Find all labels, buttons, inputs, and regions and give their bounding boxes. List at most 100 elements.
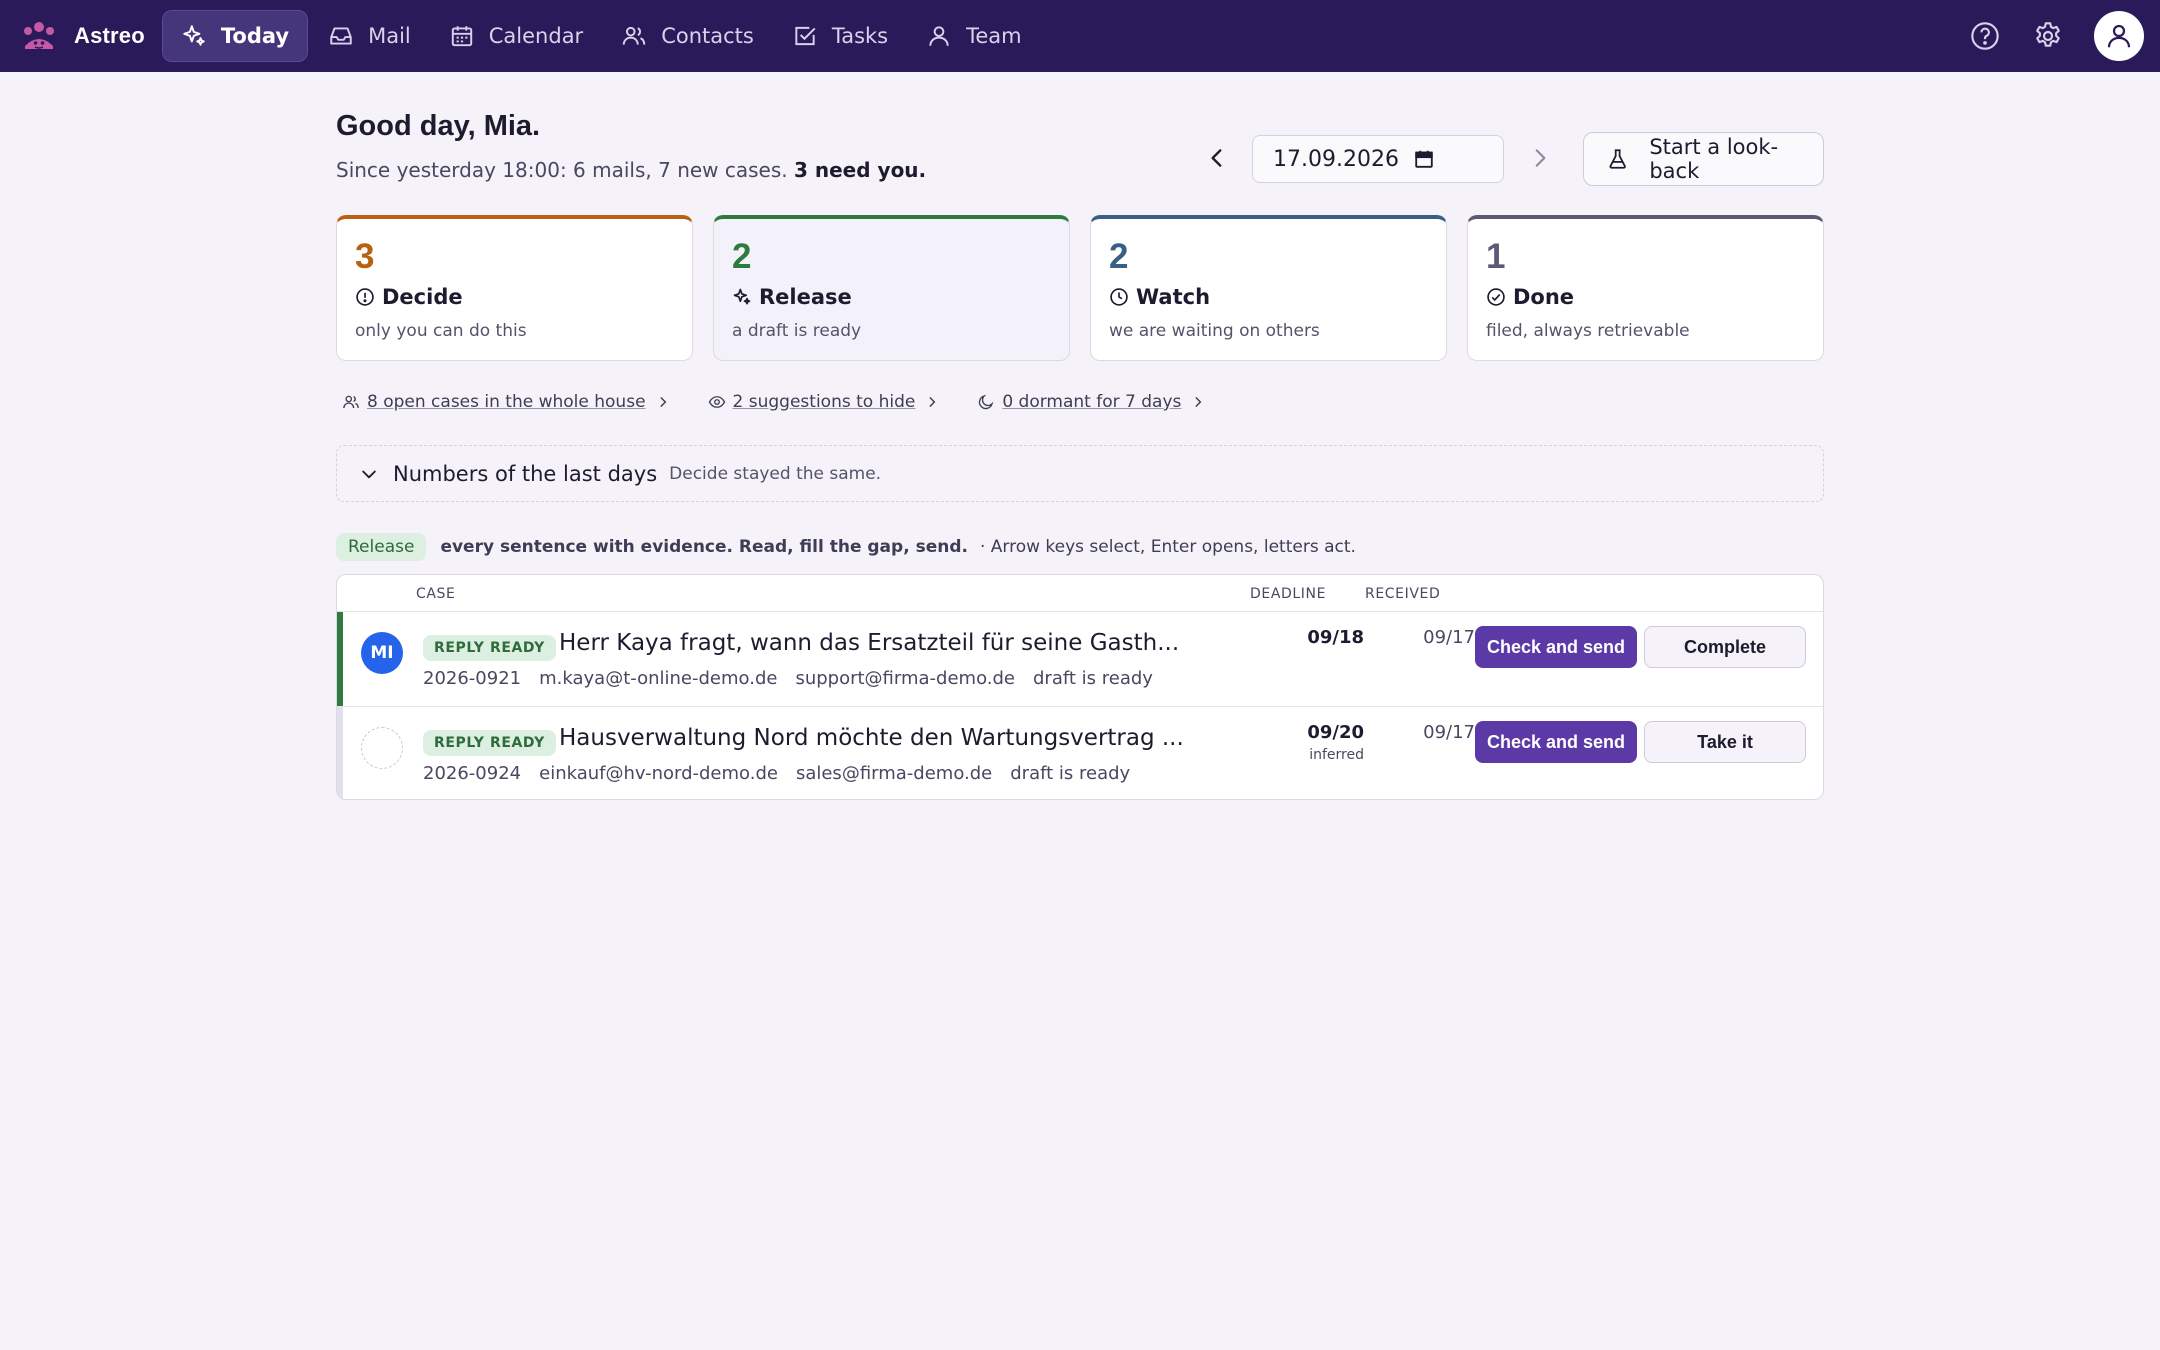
nav-label-calendar: Calendar (488, 24, 584, 48)
card-description: a draft is ready (732, 321, 862, 341)
help-icon (1971, 22, 1999, 50)
case-received: 09/17 (1423, 627, 1475, 648)
column-header-received[interactable]: RECEIVED (1365, 586, 1440, 602)
card-description: we are waiting on others (1109, 321, 1320, 341)
moon-icon (979, 394, 994, 410)
nav-item-mail[interactable]: Mail (310, 10, 429, 62)
alert-circle-icon (356, 288, 374, 306)
case-title[interactable]: Herr Kaya fragt, wann das Ersatzteil für… (559, 630, 1179, 656)
start-lookback-label: Start a look-back (1649, 135, 1779, 183)
numbers-panel-summary: Decide stayed the same. (669, 463, 882, 484)
case-deadline: 09/20 (1307, 722, 1364, 743)
quick-links: 8 open cases in the whole house 2 sugges… (342, 392, 1243, 412)
help-button[interactable] (1968, 19, 2002, 53)
nav-item-team[interactable]: Team (908, 10, 1040, 62)
checkbox-icon (795, 26, 816, 46)
card-watch[interactable]: 2 Watch we are waiting on others (1090, 215, 1447, 361)
card-label: Release (732, 285, 1069, 309)
complete-button[interactable]: Complete (1644, 626, 1806, 668)
table-row[interactable]: MI REPLY READY Herr Kaya fragt, wann das… (337, 612, 1823, 706)
nav-item-contacts[interactable]: Contacts (603, 10, 772, 62)
case-to: support@firma-demo.de (795, 668, 1015, 689)
case-to: sales@firma-demo.de (795, 763, 993, 784)
next-day-button[interactable] (1527, 145, 1553, 171)
case-meta: 2026-0921 m.kaya@t-online-demo.de suppor… (423, 668, 1171, 689)
keyboard-hint: · Arrow keys select, Enter opens, letter… (979, 537, 1356, 557)
suggestions-label: 2 suggestions to hide (732, 392, 916, 412)
card-count: 3 (355, 237, 375, 276)
nav-label-team: Team (966, 24, 1022, 48)
row-indicator (337, 707, 343, 799)
case-table: CASE DEADLINE RECEIVED MI REPLY READY He… (336, 574, 1824, 800)
card-description: only you can do this (355, 321, 527, 341)
case-state: draft is ready (1033, 668, 1153, 689)
greeting-summary-text: Since yesterday 18:00: 6 mails, 7 new ca… (336, 158, 788, 182)
case-from: m.kaya@t-online-demo.de (539, 668, 778, 689)
date-input[interactable]: 17.09.2026 (1252, 135, 1504, 183)
calendar-icon (451, 26, 472, 47)
card-label: Done (1486, 285, 1823, 309)
table-row[interactable]: REPLY READY Hausverwaltung Nord möchte d… (337, 707, 1823, 799)
chevron-right-icon (1195, 397, 1202, 407)
check-and-send-button[interactable]: Check and send (1475, 626, 1637, 668)
case-deadline: 09/18 (1307, 627, 1364, 648)
brand-name: Astreo (74, 23, 145, 48)
card-decide[interactable]: 3 Decide only you can do this (336, 215, 693, 361)
case-id: 2026-0921 (423, 668, 522, 689)
take-it-button[interactable]: Take it (1644, 721, 1806, 763)
card-count: 2 (1109, 237, 1129, 276)
card-release[interactable]: 2 Release a draft is ready (713, 215, 1070, 361)
status-badge: REPLY READY (423, 730, 556, 756)
numbers-panel-toggle[interactable]: Numbers of the last days Decide stayed t… (336, 445, 1824, 502)
card-label-text: Decide (382, 285, 463, 309)
nav-label-today: Today (220, 24, 290, 48)
user-avatar-button[interactable] (2094, 11, 2144, 61)
clock-icon (1110, 288, 1128, 306)
nav-item-tasks[interactable]: Tasks (774, 10, 906, 62)
sparkle-icon (733, 288, 751, 305)
suggestions-link[interactable]: 2 suggestions to hide (708, 392, 940, 412)
chevron-right-icon (929, 397, 936, 407)
open-cases-link[interactable]: 8 open cases in the whole house (342, 392, 670, 412)
dormant-link[interactable]: 0 dormant for 7 days (977, 392, 1205, 412)
page-title: Good day, Mia. (336, 110, 541, 142)
nav-item-today[interactable]: Today (161, 10, 309, 62)
case-state: draft is ready (1010, 763, 1131, 784)
sparkle-icon (183, 25, 205, 46)
nav-item-calendar[interactable]: Calendar (431, 10, 601, 62)
nav-label-tasks: Tasks (831, 24, 889, 48)
start-lookback-button[interactable]: Start a look-back (1583, 132, 1824, 186)
previous-day-button[interactable] (1204, 145, 1230, 171)
case-title[interactable]: Hausverwaltung Nord möchte den Wartungsv… (559, 725, 1184, 751)
column-header-case[interactable]: CASE (416, 586, 456, 602)
card-count: 1 (1486, 237, 1506, 276)
card-label: Watch (1109, 285, 1446, 309)
settings-button[interactable] (2031, 19, 2065, 53)
status-badge: REPLY READY (423, 635, 556, 661)
chevron-right-icon (660, 397, 666, 407)
numbers-panel-title: Numbers of the last days (393, 461, 658, 486)
case-received: 09/17 (1423, 722, 1475, 743)
case-meta: 2026-0924 einkauf@hv-nord-demo.de sales@… (423, 763, 1148, 784)
avatar-placeholder (361, 727, 403, 769)
case-from: einkauf@hv-nord-demo.de (539, 763, 778, 784)
calendar-picker-icon[interactable] (1413, 148, 1435, 170)
column-header-deadline[interactable]: DEADLINE (1250, 586, 1326, 602)
release-hint: Release every sentence with evidence. Re… (336, 533, 1356, 561)
card-done[interactable]: 1 Done filed, always retrievable (1467, 215, 1824, 361)
top-actions (1968, 0, 2144, 72)
main-nav: Today Mail Calendar Contacts Tasks Team (161, 10, 1042, 62)
row-selected-indicator (337, 612, 343, 706)
release-pill: Release (336, 533, 427, 561)
flask-icon (1609, 149, 1626, 169)
nav-label-contacts: Contacts (661, 24, 754, 48)
card-description: filed, always retrievable (1486, 321, 1690, 341)
greeting-summary: Since yesterday 18:00: 6 mails, 7 new ca… (336, 158, 926, 182)
release-hint-text: every sentence with evidence. Read, fill… (440, 537, 968, 557)
brand[interactable]: Astreo (19, 0, 145, 72)
case-id: 2026-0924 (423, 763, 522, 784)
greeting-emphasis: 3 need you. (794, 158, 927, 182)
card-label-text: Watch (1136, 285, 1211, 309)
check-and-send-button[interactable]: Check and send (1475, 721, 1637, 763)
check-circle-icon (1487, 288, 1505, 306)
